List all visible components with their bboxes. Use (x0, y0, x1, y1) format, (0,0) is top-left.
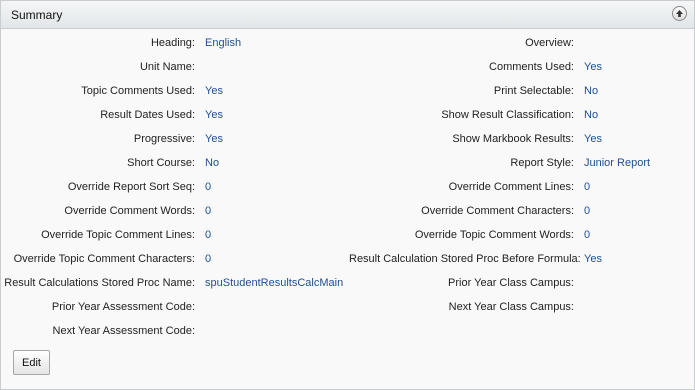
field-label: Override Comment Lines: (448, 181, 574, 193)
field-label: Result Calculation Stored Proc Before Fo… (349, 253, 581, 265)
field-row: Show Markbook Results: Yes (1, 131, 681, 147)
field-row: Prior Year Class Campus: (1, 275, 681, 291)
field-value: 0 (584, 229, 591, 241)
field-label: Comments Used: (489, 61, 574, 73)
field-row: Override Topic Comment Words: 0 (1, 227, 681, 243)
field-label: Report Style: (510, 157, 574, 169)
field-row: Next Year Assessment Code: (1, 323, 421, 339)
field-value: 0 (584, 205, 591, 217)
field-value: No (584, 85, 599, 97)
field-row: Show Result Classification: No (1, 107, 681, 123)
field-label: Print Selectable: (493, 85, 574, 97)
panel-title: Summary (11, 8, 63, 22)
field-value: Yes (584, 61, 602, 73)
field-label: Prior Year Class Campus: (448, 277, 574, 289)
field-value: Yes (584, 133, 602, 145)
field-value: No (584, 109, 599, 121)
field-label: Next Year Assessment Code: (52, 325, 195, 337)
field-label: Override Topic Comment Words: (414, 229, 574, 241)
field-label: Overview: (525, 37, 574, 49)
field-label: Next Year Class Campus: (448, 301, 574, 313)
field-row: Overview: (1, 35, 681, 51)
summary-panel: Summary Heading: English Unit Name: Topi… (0, 0, 695, 390)
field-label: Override Comment Characters: (421, 205, 574, 217)
field-label: Show Markbook Results: (452, 133, 574, 145)
field-row: Override Comment Characters: 0 (1, 203, 681, 219)
field-value: 0 (584, 181, 591, 193)
field-row: Print Selectable: No (1, 83, 681, 99)
field-row: Comments Used: Yes (1, 59, 681, 75)
field-value: Junior Report (584, 157, 651, 169)
field-row: Result Calculation Stored Proc Before Fo… (1, 251, 681, 267)
field-label: Show Result Classification: (441, 109, 574, 121)
field-row: Override Comment Lines: 0 (1, 179, 681, 195)
edit-button[interactable]: Edit (13, 350, 50, 375)
field-row: Report Style: Junior Report (1, 155, 681, 171)
collapse-up-icon[interactable] (672, 6, 687, 21)
field-value: Yes (584, 253, 602, 265)
panel-header: Summary (1, 1, 694, 29)
field-row: Next Year Class Campus: (1, 299, 681, 315)
